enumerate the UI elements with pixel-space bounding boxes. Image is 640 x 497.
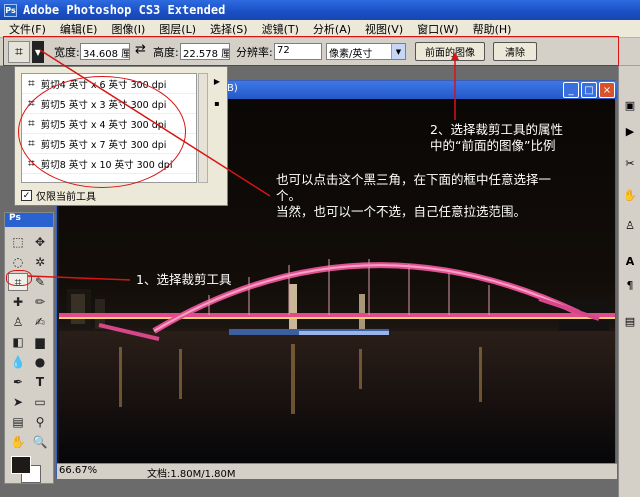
menu-view[interactable]: 视图(V) xyxy=(358,21,410,37)
character-palette-icon[interactable]: A xyxy=(621,252,639,270)
brushes-palette-icon[interactable]: ✋ xyxy=(621,186,639,204)
document-title: B) xyxy=(227,83,238,94)
gradient-tool-icon[interactable]: ▆ xyxy=(30,333,50,351)
preset-list-highlight xyxy=(18,76,186,188)
crop-icon: ⌗ xyxy=(28,76,35,90)
move-tool-icon[interactable]: ✥ xyxy=(30,233,50,251)
shape-tool-icon[interactable]: ▭ xyxy=(30,393,50,411)
healing-brush-tool-icon[interactable]: ✚ xyxy=(8,293,28,311)
blur-tool-icon[interactable]: 💧 xyxy=(8,353,28,371)
type-tool-icon[interactable]: T xyxy=(30,373,50,391)
app-title: Adobe Photoshop CS3 Extended xyxy=(23,3,226,17)
magic-wand-tool-icon[interactable]: ✲ xyxy=(30,253,50,271)
annotation-step3-line1: 也可以点击这个黑三角，在下面的框中任意选择一 xyxy=(276,172,552,187)
menu-file[interactable]: 文件(F) xyxy=(2,21,53,37)
paragraph-palette-icon[interactable]: ¶ xyxy=(621,276,639,294)
slice-tool-icon[interactable]: ✎ xyxy=(30,273,50,291)
annotation-step2-line1: 2、选择裁剪工具的属性 xyxy=(430,122,563,137)
zoom-level[interactable]: 66.67% xyxy=(59,465,97,476)
path-selection-tool-icon[interactable]: ➤ xyxy=(8,393,28,411)
crop-tool-highlight xyxy=(6,270,32,286)
panel-menu-arrow-icon[interactable]: ▶ xyxy=(211,75,223,87)
annotation-step2-line2: 中的“前面的图像”比例 xyxy=(430,138,556,153)
annotation-step3-line3: 当然，也可以一个不选，自己任意拉选范围。 xyxy=(276,204,527,219)
menu-select[interactable]: 选择(S) xyxy=(203,21,255,37)
new-preset-icon[interactable]: ▪ xyxy=(211,97,223,109)
preset-scrollbar[interactable] xyxy=(198,73,208,183)
checkbox-checked-icon[interactable]: ✓ xyxy=(21,190,32,201)
history-brush-tool-icon[interactable]: ✍ xyxy=(30,313,50,331)
pen-tool-icon[interactable]: ✒ xyxy=(8,373,28,391)
menu-window[interactable]: 窗口(W) xyxy=(410,21,465,37)
maximize-icon[interactable]: □ xyxy=(581,82,597,98)
history-palette-icon[interactable]: ▶ xyxy=(621,122,639,140)
dodge-tool-icon[interactable]: ● xyxy=(30,353,50,371)
toolbox-header: Ps xyxy=(5,213,53,227)
menu-image[interactable]: 图像(I) xyxy=(104,21,152,37)
menu-help[interactable]: 帮助(H) xyxy=(466,21,519,37)
annotation-step1: 1、选择裁剪工具 xyxy=(136,272,232,287)
app-title-bar: Ps Adobe Photoshop CS3 Extended xyxy=(0,0,640,20)
minimize-icon[interactable]: _ xyxy=(563,82,579,98)
menu-edit[interactable]: 编辑(E) xyxy=(53,21,105,37)
foreground-color-swatch[interactable] xyxy=(11,456,31,474)
current-tool-only-label: 仅限当前工具 xyxy=(36,192,96,203)
eyedropper-tool-icon[interactable]: ⚲ xyxy=(30,413,50,431)
navigator-palette-icon[interactable]: ▣ xyxy=(621,96,639,114)
layers-palette-icon[interactable]: ▤ xyxy=(621,312,639,330)
status-bar: 66.67% 文档:1.80M/1.80M xyxy=(57,463,617,480)
zoom-tool-icon[interactable]: 🔍 xyxy=(30,433,50,451)
annotation-step3-line2: 个。 xyxy=(276,188,302,203)
menu-analysis[interactable]: 分析(A) xyxy=(306,21,358,37)
clone-source-palette-icon[interactable]: ♙ xyxy=(621,216,639,234)
palette-dock: ▣ ▶ ✂ ✋ ♙ A ¶ ▤ xyxy=(618,66,640,497)
hand-tool-icon[interactable]: ✋ xyxy=(8,433,28,451)
brush-tool-icon[interactable]: ✏ xyxy=(30,293,50,311)
photoshop-logo-icon: Ps xyxy=(4,3,17,17)
notes-tool-icon[interactable]: ▤ xyxy=(8,413,28,431)
menu-layer[interactable]: 图层(L) xyxy=(152,21,203,37)
close-icon[interactable]: × xyxy=(599,82,615,98)
options-bar-highlight xyxy=(3,36,619,66)
marquee-tool-icon[interactable]: ⬚ xyxy=(8,233,28,251)
toolbox: Ps ⬚ ✥ ◌ ✲ ⌗ ✎ ✚ ✏ ♙ ✍ ◧ ▆ 💧 ● ✒ T ➤ ▭ ▤… xyxy=(4,212,54,484)
lasso-tool-icon[interactable]: ◌ xyxy=(8,253,28,271)
tool-presets-palette-icon[interactable]: ✂ xyxy=(621,154,639,172)
clone-stamp-tool-icon[interactable]: ♙ xyxy=(8,313,28,331)
eraser-tool-icon[interactable]: ◧ xyxy=(8,333,28,351)
document-size-info: 文档:1.80M/1.80M xyxy=(147,469,236,480)
current-tool-only-row[interactable]: ✓ 仅限当前工具 xyxy=(21,188,96,203)
menu-filter[interactable]: 滤镜(T) xyxy=(255,21,306,37)
